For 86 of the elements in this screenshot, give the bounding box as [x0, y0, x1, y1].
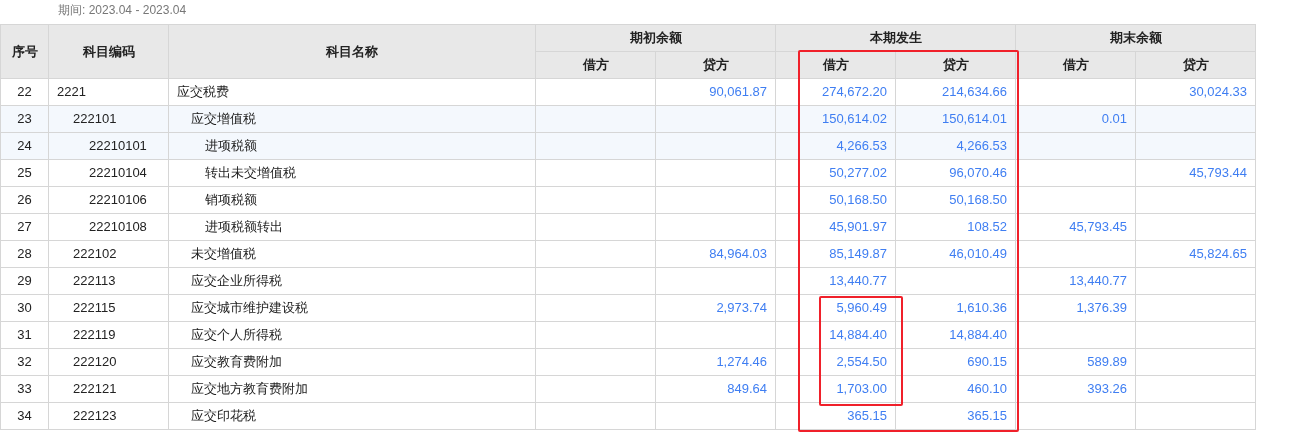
- table-cell: 14,884.40: [775, 321, 896, 349]
- table-cell: 150,614.01: [895, 105, 1016, 133]
- table-cell: 22: [0, 78, 49, 106]
- table-cell: 23: [0, 105, 49, 133]
- table-cell: 460.10: [895, 375, 1016, 403]
- table-cell: 27: [0, 213, 49, 241]
- table-cell: 13,440.77: [1015, 267, 1136, 295]
- table-cell: 222101: [48, 105, 169, 133]
- column-header: 科目编码: [48, 24, 169, 79]
- table-cell: 46,010.49: [895, 240, 1016, 268]
- table-cell: 690.15: [895, 348, 1016, 376]
- table-cell: 应交地方教育费附加: [168, 375, 536, 403]
- table-cell: 45,901.97: [775, 213, 896, 241]
- table-cell: 96,070.46: [895, 159, 1016, 187]
- column-header: 贷方: [655, 51, 776, 79]
- table-cell: 214,634.66: [895, 78, 1016, 106]
- table-cell: 14,884.40: [895, 321, 1016, 349]
- column-header: 借方: [535, 51, 656, 79]
- table-cell: 2,973.74: [655, 294, 776, 322]
- table-cell: 849.64: [655, 375, 776, 403]
- column-group-header: 期末余额: [1015, 24, 1256, 52]
- table-cell: 应交个人所得税: [168, 321, 536, 349]
- table-cell: 32: [0, 348, 49, 376]
- table-cell: 26: [0, 186, 49, 214]
- table-cell: 22210108: [48, 213, 169, 241]
- table-cell: 未交增值税: [168, 240, 536, 268]
- table-cell: 365.15: [775, 402, 896, 430]
- table-cell: 84,964.03: [655, 240, 776, 268]
- table-cell: 30: [0, 294, 49, 322]
- table-cell: 45,793.45: [1015, 213, 1136, 241]
- table-cell: 22210104: [48, 159, 169, 187]
- table-cell: 589.89: [1015, 348, 1136, 376]
- table-cell: 2,554.50: [775, 348, 896, 376]
- table-cell: 222113: [48, 267, 169, 295]
- table-cell: 45,824.65: [1135, 240, 1256, 268]
- table-cell: 2221: [48, 78, 169, 106]
- table-cell: 1,703.00: [775, 375, 896, 403]
- table-cell: 进项税额转出: [168, 213, 536, 241]
- table-cell: 222119: [48, 321, 169, 349]
- table-cell: 应交印花税: [168, 402, 536, 430]
- period-label: 期间: 2023.04 - 2023.04: [57, 2, 188, 19]
- column-header: 科目名称: [168, 24, 536, 79]
- column-header: 序号: [0, 24, 49, 79]
- table-cell: 5,960.49: [775, 294, 896, 322]
- table-cell: 222115: [48, 294, 169, 322]
- table-cell: 22210106: [48, 186, 169, 214]
- table-cell: 25: [0, 159, 49, 187]
- table-cell: 28: [0, 240, 49, 268]
- table-cell: 22210101: [48, 132, 169, 160]
- table-cell: 222102: [48, 240, 169, 268]
- table-cell: 33: [0, 375, 49, 403]
- table-cell: 222123: [48, 402, 169, 430]
- column-group-header: 本期发生: [775, 24, 1016, 52]
- table-cell: 274,672.20: [775, 78, 896, 106]
- table-cell: 销项税额: [168, 186, 536, 214]
- table-cell: 4,266.53: [895, 132, 1016, 160]
- table-cell: 进项税额: [168, 132, 536, 160]
- table-cell: 30,024.33: [1135, 78, 1256, 106]
- table-cell: 222120: [48, 348, 169, 376]
- table-cell: 应交城市维护建设税: [168, 294, 536, 322]
- table-cell: 应交税费: [168, 78, 536, 106]
- table-cell: 34: [0, 402, 49, 430]
- table-cell: 1,274.46: [655, 348, 776, 376]
- column-header: 贷方: [1135, 51, 1256, 79]
- table-cell: 1,610.36: [895, 294, 1016, 322]
- table-cell: 31: [0, 321, 49, 349]
- column-group-header: 期初余额: [535, 24, 776, 52]
- table-cell: 应交教育费附加: [168, 348, 536, 376]
- table-cell: 108.52: [895, 213, 1016, 241]
- table-cell: 50,168.50: [775, 186, 896, 214]
- table-cell: 应交增值税: [168, 105, 536, 133]
- table-cell: 24: [0, 132, 49, 160]
- table-cell: 应交企业所得税: [168, 267, 536, 295]
- table-cell: 转出未交增值税: [168, 159, 536, 187]
- table-cell: 1,376.39: [1015, 294, 1136, 322]
- table-cell: 13,440.77: [775, 267, 896, 295]
- table-cell: 29: [0, 267, 49, 295]
- table-cell: 45,793.44: [1135, 159, 1256, 187]
- table-cell: 85,149.87: [775, 240, 896, 268]
- table-cell: 393.26: [1015, 375, 1136, 403]
- table-cell: 90,061.87: [655, 78, 776, 106]
- table-cell: 222121: [48, 375, 169, 403]
- table-cell: 365.15: [895, 402, 1016, 430]
- table-cell: 50,277.02: [775, 159, 896, 187]
- column-header: 贷方: [895, 51, 1016, 79]
- table-cell: 50,168.50: [895, 186, 1016, 214]
